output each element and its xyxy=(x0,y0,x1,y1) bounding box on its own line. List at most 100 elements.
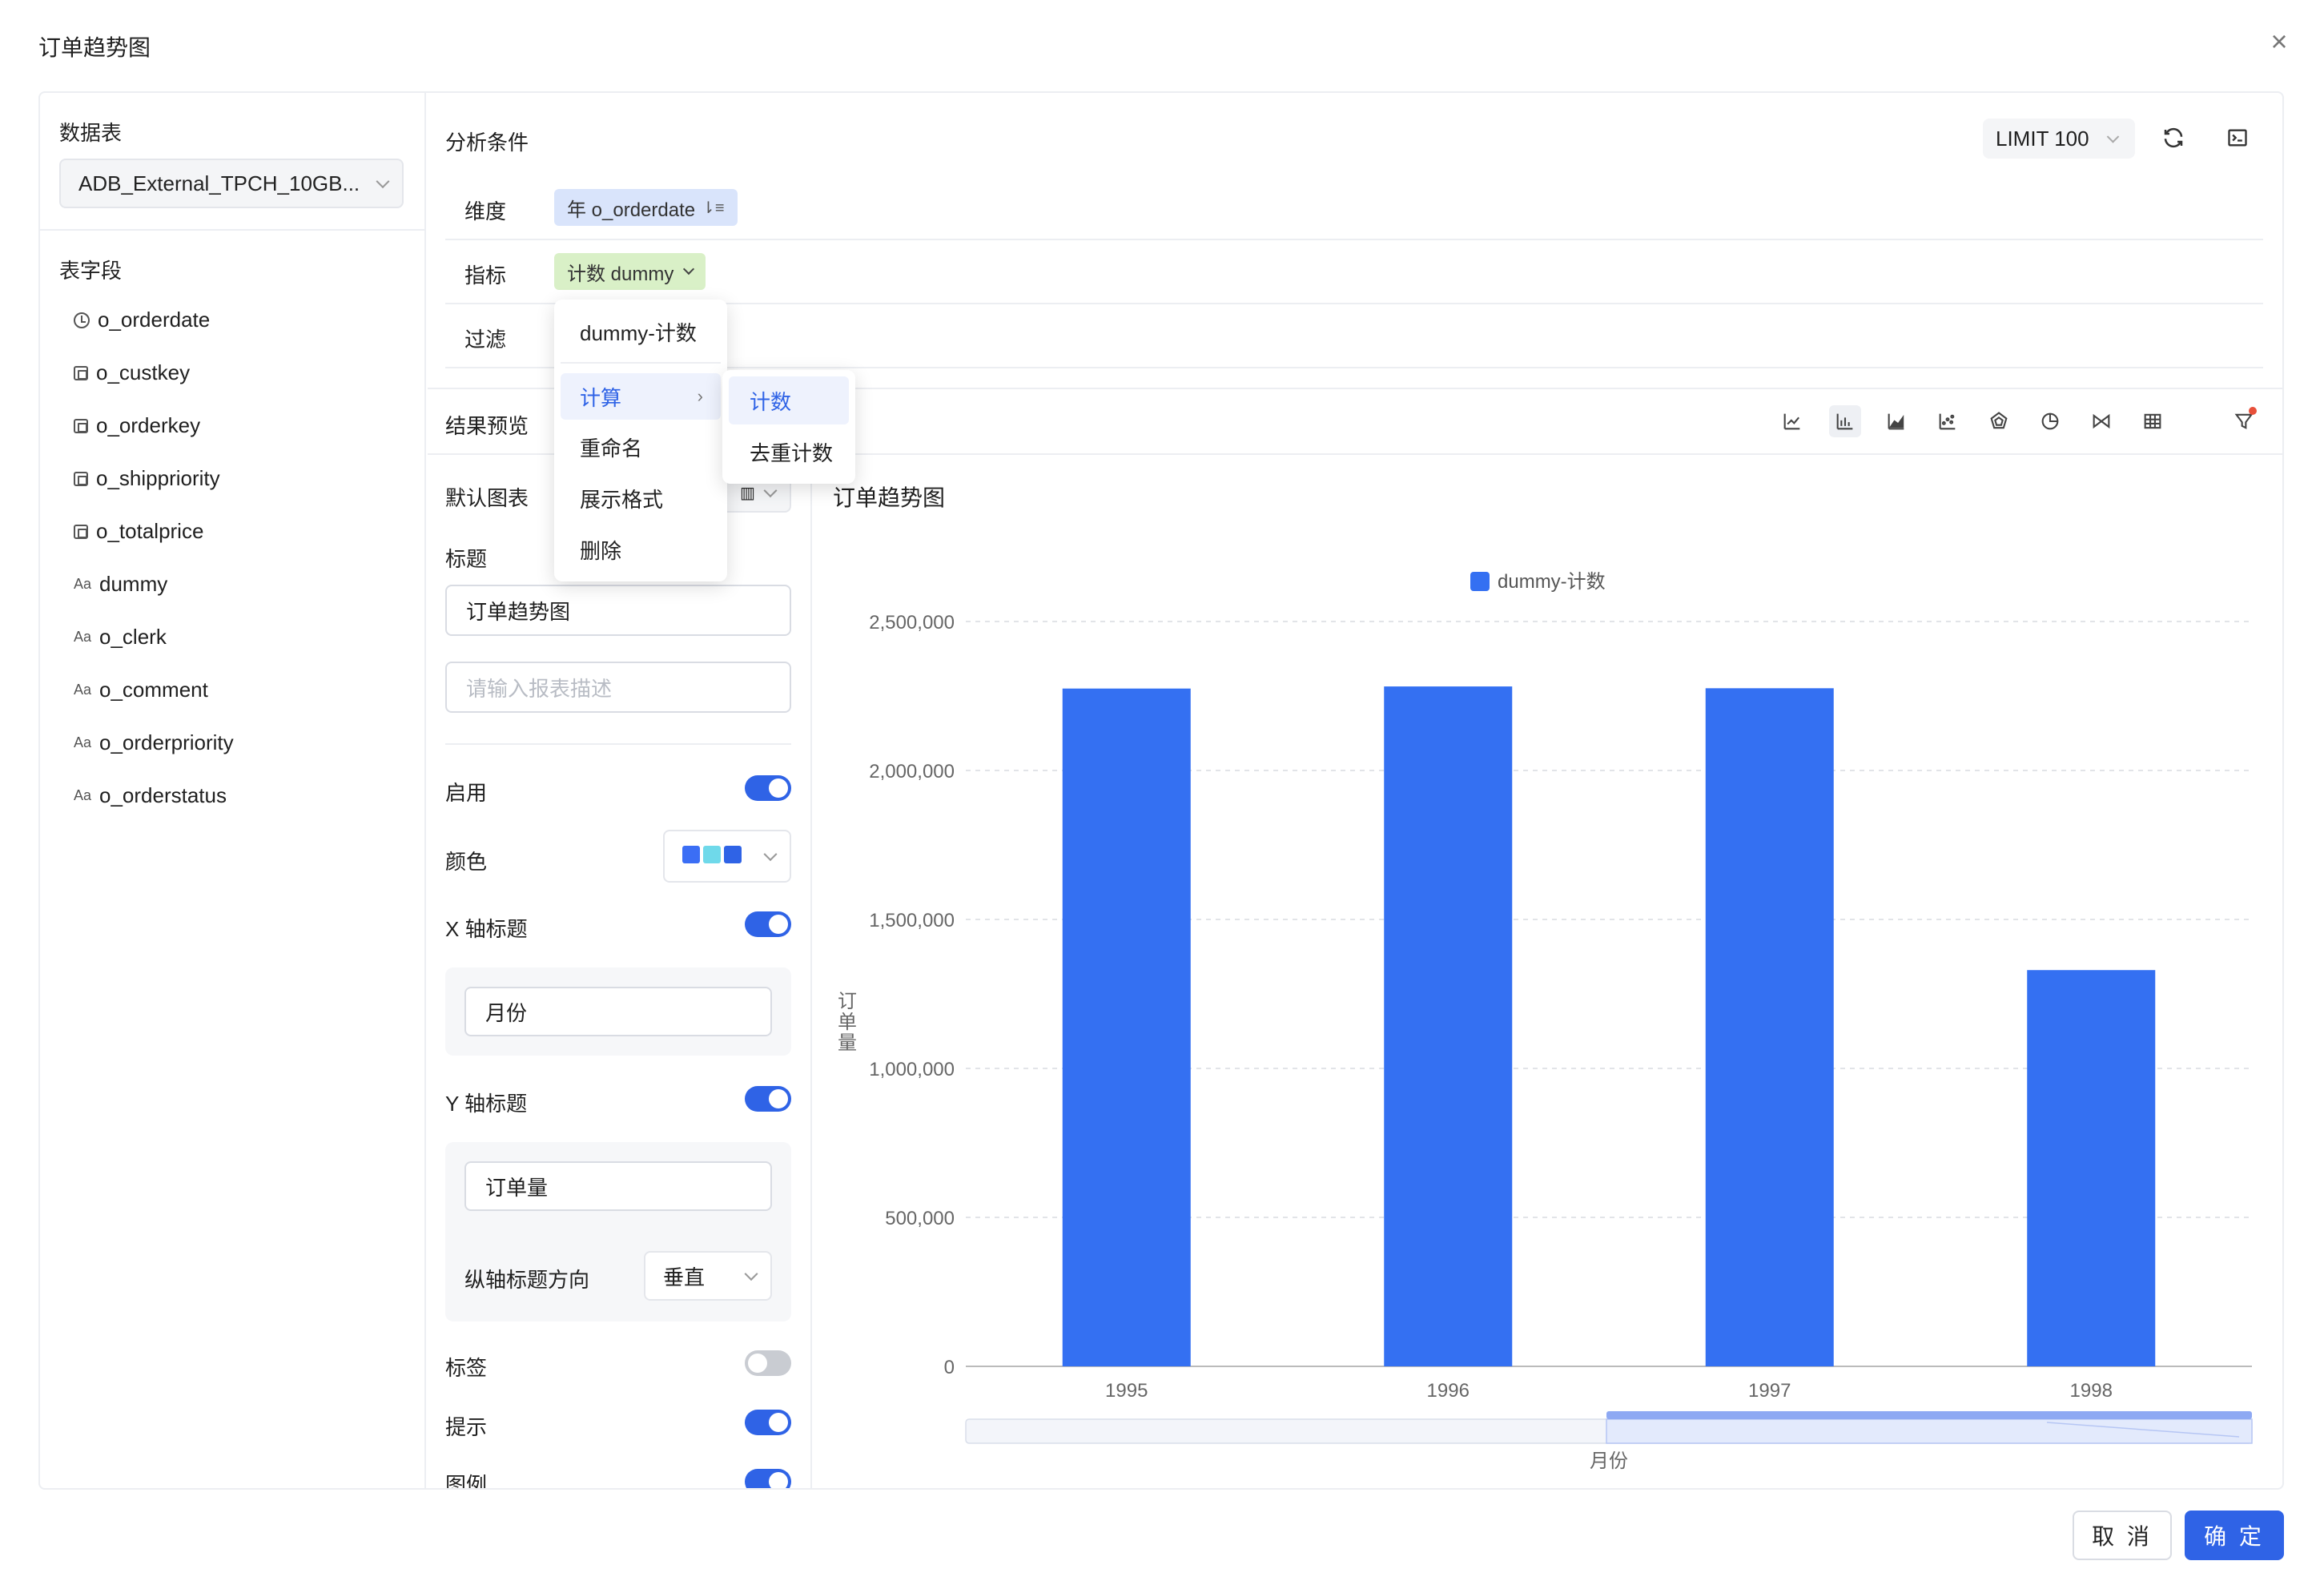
table-label: 数据表 xyxy=(59,121,123,145)
y-axis-title-char: 量 xyxy=(838,1032,857,1054)
x-title-input[interactable]: 月份 xyxy=(464,987,772,1036)
text-icon: Aa xyxy=(74,734,92,750)
legend-row-clip: 图例 xyxy=(439,1458,807,1488)
legend-toggle[interactable] xyxy=(745,1469,791,1488)
y-tick-label: 2,500,000 xyxy=(869,612,955,634)
sort-icon[interactable]: ⇂≡ xyxy=(702,198,724,218)
close-icon[interactable]: × xyxy=(2265,27,2294,56)
field-item-o_orderstatus[interactable]: Aa o_orderstatus xyxy=(74,783,227,808)
field-item-dummy[interactable]: Aa dummy xyxy=(74,572,167,597)
bar xyxy=(1705,688,1834,1366)
field-name: o_orderdate xyxy=(98,308,211,332)
table-icon[interactable] xyxy=(2137,405,2169,437)
title-label: 标题 xyxy=(445,547,488,571)
field-item-o_orderdate[interactable]: o_orderdate xyxy=(74,308,210,332)
menu-item-calc-label: 计算 xyxy=(580,385,622,410)
scatter-chart-icon[interactable] xyxy=(1932,405,1964,437)
field-item-o_orderkey[interactable]: o_orderkey xyxy=(74,413,200,438)
chevron-down-icon xyxy=(683,263,695,276)
funnel-compare-icon[interactable] xyxy=(2085,405,2117,437)
field-name: o_clerk xyxy=(99,625,167,649)
field-item-o_orderpriority[interactable]: Aa o_orderpriority xyxy=(74,730,234,755)
radar-chart-icon[interactable] xyxy=(1983,405,2015,437)
metric-label: 指标 xyxy=(464,263,507,288)
confirm-button[interactable]: 确 定 xyxy=(2185,1511,2284,1560)
filter-icon[interactable] xyxy=(2228,405,2260,437)
pie-chart-icon[interactable] xyxy=(2034,405,2066,437)
cancel-button[interactable]: 取 消 xyxy=(2073,1511,2172,1560)
divider xyxy=(40,229,424,231)
calc-submenu: 计数 去重计数 xyxy=(722,370,855,484)
field-item-o_clerk[interactable]: Aa o_clerk xyxy=(74,625,167,650)
x-tick-label: 1997 xyxy=(1748,1380,1791,1402)
line-chart-icon[interactable] xyxy=(1776,405,1808,437)
x-tick-label: 1996 xyxy=(1427,1380,1470,1402)
filter-label: 过滤 xyxy=(464,328,507,352)
field-item-o_shippriority[interactable]: o_shippriority xyxy=(74,466,220,491)
menu-item-rename[interactable]: 重命名 xyxy=(580,432,642,462)
field-name: o_orderpriority xyxy=(99,730,234,754)
tip-label: 提示 xyxy=(445,1415,488,1439)
legend-swatch xyxy=(1470,572,1490,591)
chart-title-input[interactable]: 订单趋势图 xyxy=(445,585,791,636)
submenu-item-count[interactable]: 计数 xyxy=(729,376,849,424)
field-item-o_custkey[interactable]: o_custkey xyxy=(74,360,190,385)
divider xyxy=(445,743,791,745)
x-tick-label: 1995 xyxy=(1105,1380,1148,1402)
metric-chip[interactable]: 计数 dummy xyxy=(554,253,706,290)
enable-label: 启用 xyxy=(445,781,488,805)
chart-desc-input[interactable]: 请输入报表描述 xyxy=(445,662,791,713)
limit-value: LIMIT 100 xyxy=(1996,126,2089,151)
chart-edit-modal: 订单趋势图 × 数据表 ADB_External_TPCH_10GB... 表字… xyxy=(0,0,2324,1589)
bar-chart-icon[interactable] xyxy=(1829,405,1861,437)
field-item-o_comment[interactable]: Aa o_comment xyxy=(74,678,208,702)
tag-label: 标签 xyxy=(445,1356,488,1380)
color-swatch xyxy=(724,845,742,863)
submenu-item-distinct-count[interactable]: 去重计数 xyxy=(729,428,849,476)
y-axis-title-char: 单 xyxy=(838,1012,857,1033)
tag-toggle[interactable] xyxy=(745,1350,791,1376)
enable-toggle[interactable] xyxy=(745,775,791,801)
refresh-icon[interactable] xyxy=(2157,122,2189,154)
tip-toggle[interactable] xyxy=(745,1410,791,1435)
text-icon: Aa xyxy=(74,787,92,803)
data-zoom-window xyxy=(1606,1418,2253,1444)
chevron-down-icon xyxy=(763,484,778,498)
color-select[interactable] xyxy=(663,830,791,883)
table-select[interactable]: ADB_External_TPCH_10GB... xyxy=(59,159,404,208)
field-name: o_comment xyxy=(99,678,208,702)
y-axis-title-char: 订 xyxy=(838,991,857,1012)
color-palette xyxy=(682,844,745,869)
menu-item-calc[interactable]: 计算 › xyxy=(561,373,721,420)
sql-console-icon[interactable] xyxy=(2221,122,2254,154)
dimension-chip[interactable]: 年 o_orderdate ⇂≡ xyxy=(554,189,738,226)
y-dir-select[interactable]: 垂直 xyxy=(644,1251,772,1301)
divider xyxy=(810,455,812,1488)
dimension-chip-label: 年 o_orderdate xyxy=(567,199,696,221)
number-icon xyxy=(74,524,88,539)
field-name: o_orderstatus xyxy=(99,783,227,807)
limit-select[interactable]: LIMIT 100 xyxy=(1983,119,2135,159)
chevron-down-icon xyxy=(376,175,390,189)
y-title-toggle[interactable] xyxy=(745,1086,791,1112)
area-chart-icon[interactable] xyxy=(1880,405,1912,437)
color-swatch xyxy=(703,845,721,863)
text-icon: Aa xyxy=(74,682,92,698)
field-name: o_shippriority xyxy=(96,466,220,490)
field-name: o_orderkey xyxy=(96,413,201,437)
x-title-toggle[interactable] xyxy=(745,911,791,937)
menu-item-format[interactable]: 展示格式 xyxy=(580,484,663,513)
chevron-right-icon: › xyxy=(697,386,703,406)
text-icon: Aa xyxy=(74,629,92,645)
chevron-down-icon xyxy=(763,847,778,862)
legend-label: dummy-计数 xyxy=(1498,571,1606,593)
number-icon xyxy=(74,365,88,380)
y-title-input[interactable]: 订单量 xyxy=(464,1161,772,1211)
color-label: 颜色 xyxy=(445,850,488,874)
menu-item-delete[interactable]: 删除 xyxy=(580,535,621,565)
color-swatch xyxy=(682,845,700,863)
menu-item-dummy-count[interactable]: dummy-计数 xyxy=(580,317,697,347)
data-zoom-handle-bar xyxy=(1606,1411,2252,1419)
field-item-o_totalprice[interactable]: o_totalprice xyxy=(74,519,203,544)
field-name: dummy xyxy=(99,572,168,596)
